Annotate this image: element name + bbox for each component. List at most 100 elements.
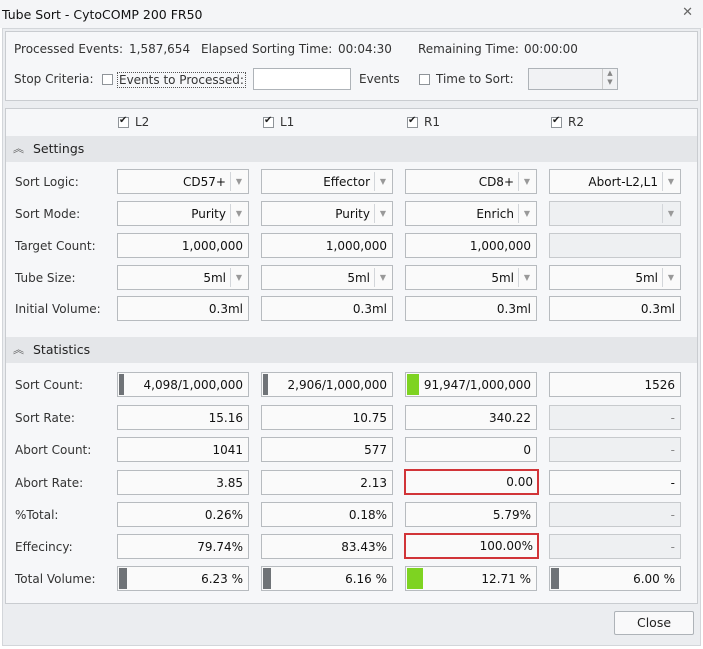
column-r2-checkbox[interactable]	[551, 115, 562, 128]
total-volume-value-l1: 6.16 %	[261, 566, 393, 591]
sort-logic-dropdown-r1[interactable]: CD8+ ▼	[405, 169, 537, 194]
sort-logic-dropdown-l2[interactable]: CD57+ ▼	[117, 169, 249, 194]
column-r2-label: R2	[568, 115, 584, 129]
progress-bar	[551, 568, 559, 589]
target-count-label: Target Count:	[15, 239, 96, 253]
sort-rate-value-r2: -	[549, 405, 681, 430]
close-button[interactable]: Close	[614, 611, 694, 635]
initial-volume-input-l2[interactable]: 0.3ml	[117, 296, 249, 321]
spinner-arrows-icon[interactable]: ▲ ▼	[602, 69, 617, 89]
target-count-input-l2[interactable]: 1,000,000	[117, 233, 249, 258]
initial-volume-input-r2[interactable]: 0.3ml	[549, 296, 681, 321]
remaining-time-label: Remaining Time:	[418, 42, 519, 56]
close-icon[interactable]: ✕	[682, 5, 693, 20]
target-count-input-l1[interactable]: 1,000,000	[261, 233, 393, 258]
sort-rate-value-l1: 10.75	[261, 405, 393, 430]
pct-total-value-r2: -	[549, 502, 681, 527]
sort-logic-dropdown-r2[interactable]: Abort-L2,L1 ▼	[549, 169, 681, 194]
events-unit-label: Events	[359, 72, 400, 86]
stop-criteria-label: Stop Criteria:	[14, 72, 94, 86]
sort-rate-label: Sort Rate:	[15, 411, 75, 425]
status-panel: Processed Events: 1,587,654 Elapsed Sort…	[5, 31, 698, 101]
total-volume-value-r2: 6.00 %	[549, 566, 681, 591]
sort-count-label: Sort Count:	[15, 378, 84, 392]
progress-bar	[263, 568, 271, 589]
sort-mode-label: Sort Mode:	[15, 207, 81, 221]
dropdown-arrow-icon: ▼	[230, 268, 247, 287]
pct-total-value-l1: 0.18%	[261, 502, 393, 527]
pct-total-label: %Total:	[15, 508, 59, 522]
title-bar: Tube Sort - CytoCOMP 200 FR50 ✕	[0, 0, 703, 28]
dropdown-arrow-icon: ▼	[518, 172, 535, 191]
sort-logic-dropdown-l1[interactable]: Effector ▼	[261, 169, 393, 194]
abort-count-value-l1: 577	[261, 437, 393, 462]
total-volume-value-r1: 12.71 %	[405, 566, 537, 591]
sort-rate-value-l2: 15.16	[117, 405, 249, 430]
sort-mode-dropdown-r1[interactable]: Enrich ▼	[405, 201, 537, 226]
column-r1-label: R1	[424, 115, 440, 129]
dropdown-arrow-icon: ▼	[374, 204, 391, 223]
abort-count-value-r1: 0	[405, 437, 537, 462]
settings-title: Settings	[33, 141, 85, 156]
remaining-time-value: 00:00:00	[524, 42, 578, 56]
abort-count-label: Abort Count:	[15, 443, 92, 457]
collapse-chevron-icon[interactable]: ︽	[13, 140, 24, 156]
total-volume-value-l2: 6.23 %	[117, 566, 249, 591]
sort-count-value-r1: 91,947/1,000,000	[405, 372, 537, 397]
tube-size-dropdown-r2[interactable]: 5ml ▼	[549, 265, 681, 290]
progress-bar	[263, 374, 268, 395]
time-to-sort-label: Time to Sort:	[436, 72, 514, 86]
statistics-section-header[interactable]: ︽ Statistics	[6, 337, 697, 363]
pct-total-value-r1: 5.79%	[405, 502, 537, 527]
abort-rate-value-l1: 2.13	[261, 470, 393, 495]
target-count-input-r1[interactable]: 1,000,000	[405, 233, 537, 258]
events-input[interactable]	[253, 68, 351, 90]
column-l2-checkbox[interactable]	[118, 115, 129, 128]
efficiency-label: Effecincy:	[15, 540, 73, 554]
sort-logic-label: Sort Logic:	[15, 175, 79, 189]
dropdown-arrow-icon: ▼	[374, 268, 391, 287]
column-r1-checkbox[interactable]	[407, 115, 418, 128]
sort-mode-dropdown-r2[interactable]: ▼	[549, 201, 681, 226]
sort-rate-value-r1: 340.22	[405, 405, 537, 430]
progress-bar	[407, 568, 423, 589]
column-l2-label: L2	[135, 115, 150, 129]
total-volume-label: Total Volume:	[15, 572, 96, 586]
sort-count-value-l2: 4,098/1,000,000	[117, 372, 249, 397]
events-to-processed-checkbox[interactable]	[102, 74, 113, 85]
time-to-sort-checkbox[interactable]	[419, 74, 430, 85]
initial-volume-input-r1[interactable]: 0.3ml	[405, 296, 537, 321]
column-l1-checkbox[interactable]	[263, 115, 274, 128]
events-to-processed-label[interactable]: Events to Processed:	[117, 72, 246, 88]
abort-rate-value-l2: 3.85	[117, 470, 249, 495]
elapsed-time-value: 00:04:30	[338, 42, 392, 56]
pct-total-value-l2: 0.26%	[117, 502, 249, 527]
sort-mode-dropdown-l2[interactable]: Purity ▼	[117, 201, 249, 226]
processed-events-label: Processed Events:	[14, 42, 124, 56]
time-to-sort-spinner[interactable]: ▲ ▼	[528, 68, 618, 90]
dropdown-arrow-icon: ▼	[374, 172, 391, 191]
efficiency-value-r2: -	[549, 534, 681, 559]
elapsed-time-label: Elapsed Sorting Time:	[201, 42, 333, 56]
column-l1-label: L1	[280, 115, 295, 129]
initial-volume-input-l1[interactable]: 0.3ml	[261, 296, 393, 321]
sort-mode-dropdown-l1[interactable]: Purity ▼	[261, 201, 393, 226]
abort-rate-value-r1: 0.00	[404, 469, 539, 495]
abort-rate-value-r2: -	[549, 470, 681, 495]
abort-count-value-l2: 1041	[117, 437, 249, 462]
dropdown-arrow-icon: ▼	[230, 172, 247, 191]
dropdown-arrow-icon: ▼	[518, 268, 535, 287]
sort-count-value-l1: 2,906/1,000,000	[261, 372, 393, 397]
tube-size-dropdown-r1[interactable]: 5ml ▼	[405, 265, 537, 290]
dropdown-arrow-icon: ▼	[230, 204, 247, 223]
sort-count-value-r2: 1526	[549, 372, 681, 397]
target-count-input-r2[interactable]	[549, 233, 681, 258]
dropdown-arrow-icon: ▼	[518, 204, 535, 223]
tube-size-dropdown-l1[interactable]: 5ml ▼	[261, 265, 393, 290]
settings-section-header[interactable]: ︽ Settings	[6, 136, 697, 162]
progress-bar	[119, 568, 127, 589]
collapse-chevron-icon[interactable]: ︽	[13, 341, 24, 357]
abort-count-value-r2: -	[549, 437, 681, 462]
tube-size-dropdown-l2[interactable]: 5ml ▼	[117, 265, 249, 290]
efficiency-value-r1: 100.00%	[404, 533, 539, 559]
